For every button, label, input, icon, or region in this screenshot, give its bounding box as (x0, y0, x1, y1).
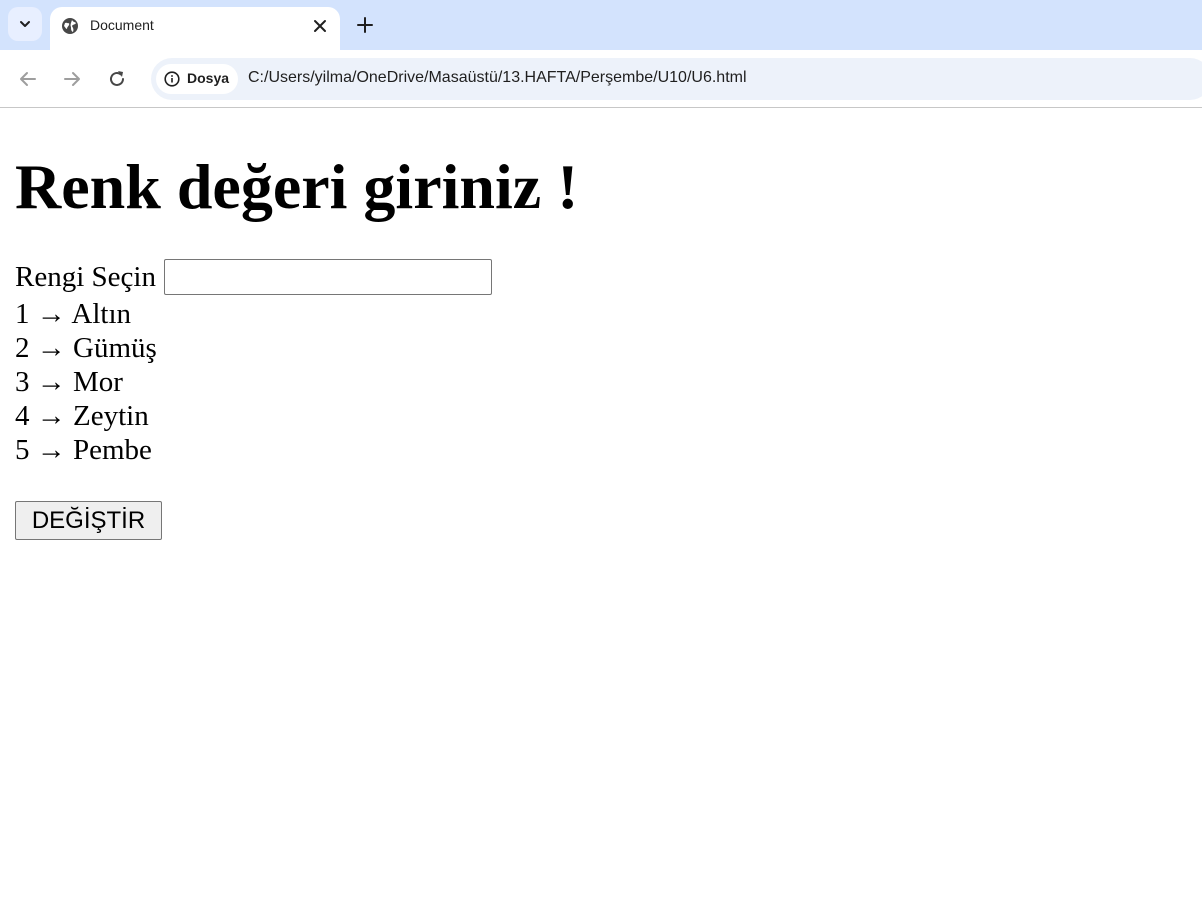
color-options-list: 1 → Altın 2 → Gümüş 3 → Mor 4 → Zeytin 5… (15, 297, 157, 467)
color-option-gold: 1 → Altın (15, 298, 132, 330)
info-icon (164, 71, 180, 87)
color-value-input[interactable] (163, 259, 492, 295)
color-form-row: Rengi Seçin (15, 258, 492, 296)
tab-search-button[interactable] (8, 7, 42, 41)
address-bar[interactable]: Dosya C:/Users/yilma/OneDrive/Masaüstü/1… (151, 58, 1202, 100)
color-option-olive: 4 → Zeytin (15, 400, 149, 432)
tab-document[interactable]: Document (50, 7, 340, 50)
chevron-down-icon (20, 21, 30, 27)
change-button[interactable]: DEĞİŞTİR (15, 501, 162, 540)
tab-title: Document (90, 17, 154, 33)
browser-toolbar: Dosya C:/Users/yilma/OneDrive/Masaüstü/1… (0, 50, 1202, 108)
reload-icon[interactable] (106, 68, 128, 90)
back-arrow-icon[interactable] (17, 68, 39, 90)
close-icon[interactable] (311, 17, 329, 35)
url-text[interactable]: C:/Users/yilma/OneDrive/Masaüstü/13.HAFT… (248, 69, 747, 87)
color-option-silver: 2 → Gümüş (15, 332, 157, 364)
site-info-chip[interactable]: Dosya (156, 64, 238, 94)
site-chip-label: Dosya (187, 70, 230, 86)
globe-icon (62, 18, 78, 34)
page-heading: Renk değeri giriniz ! (15, 151, 579, 222)
color-input-label: Rengi Seçin (15, 261, 156, 293)
color-option-purple: 3 → Mor (15, 366, 123, 398)
color-option-pink: 5 → Pembe (15, 434, 152, 466)
tab-strip: Document (0, 0, 1202, 50)
new-tab-icon[interactable] (355, 15, 375, 35)
forward-arrow-icon[interactable] (61, 68, 83, 90)
